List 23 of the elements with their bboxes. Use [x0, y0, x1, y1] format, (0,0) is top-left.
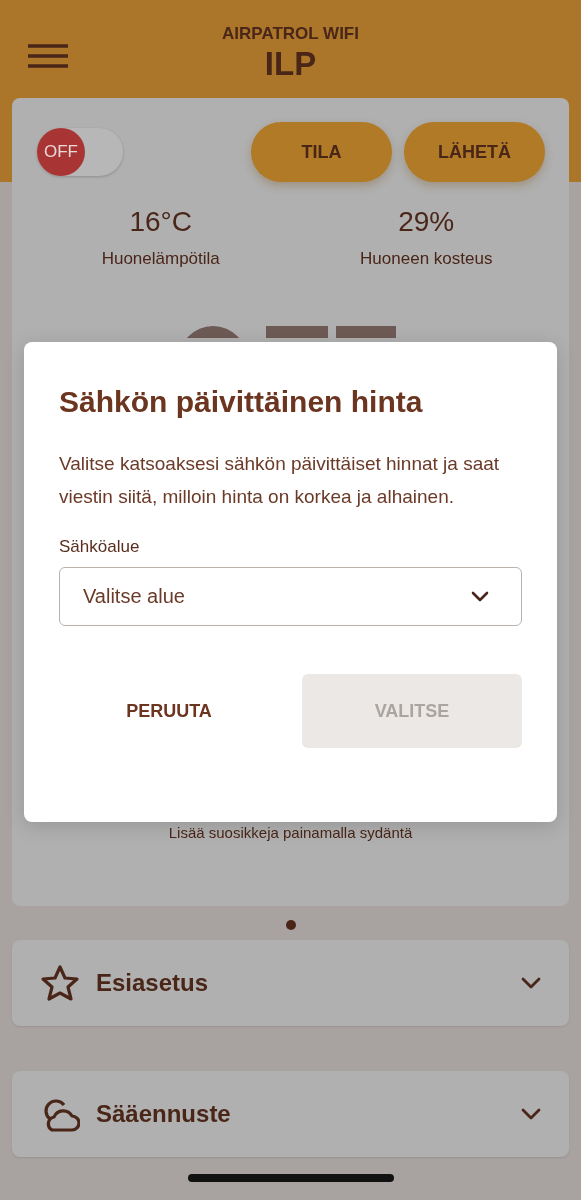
dialog-text: Valitse katsoaksesi sähkön päivittäiset hinnat ja saat viestin siitä, milloin hinta on korkea ja alhainen.	[59, 452, 501, 509]
power-toggle[interactable]: OFF	[37, 128, 123, 176]
section-title: Esiasetus	[96, 969, 210, 997]
app-subtitle: AIRPATROL WIFI	[222, 23, 359, 45]
device-title: ILP	[263, 45, 318, 83]
mode-button[interactable]: LÄHETÄ	[404, 122, 545, 182]
star-icon	[40, 964, 80, 1002]
reading-label: Huoneen kosteus	[359, 248, 494, 270]
dialog-title: Sähkön päivittäinen hinta	[59, 384, 424, 420]
dialog-button[interactable]: PERUUTA	[59, 674, 279, 748]
mode-button[interactable]: TILA	[251, 122, 392, 182]
section-card[interactable]: Sääennuste	[12, 1071, 569, 1157]
reading-value: 29%	[397, 205, 456, 239]
field-label: Sähköalue	[59, 536, 141, 558]
section-card[interactable]: Esiasetus	[12, 940, 569, 1026]
page-dot[interactable]	[285, 920, 296, 930]
section-title: Sääennuste	[96, 1100, 232, 1128]
reading-value: 16°C	[128, 205, 194, 239]
chevron-down-icon	[471, 591, 489, 602]
favorites-hint: Lisää suosikkeja painamalla sydäntä	[168, 823, 413, 843]
reading-label: Huonelämpötila	[100, 248, 221, 270]
menu-icon[interactable]	[28, 44, 68, 68]
area-select[interactable]: Valitse alue	[59, 567, 522, 626]
